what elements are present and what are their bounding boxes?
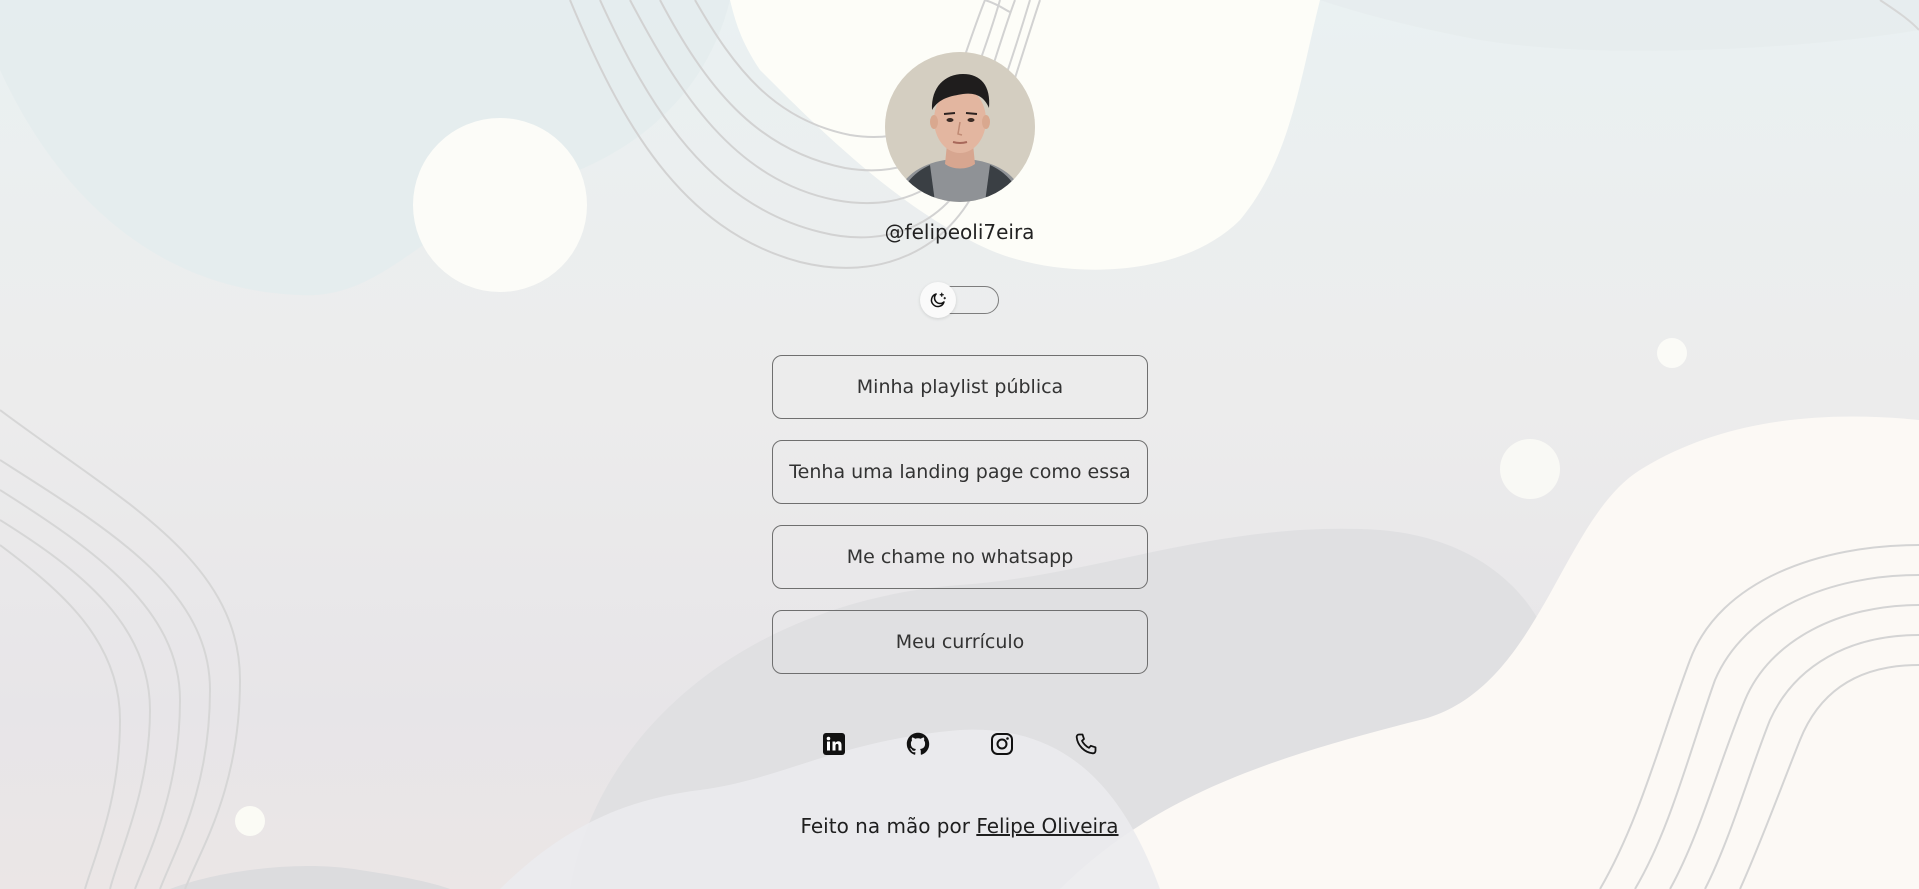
footer: Feito na mão por Felipe Oliveira (0, 814, 1919, 838)
avatar-illustration (885, 52, 1035, 202)
link-button-whatsapp[interactable]: Me chame no whatsapp (772, 525, 1148, 589)
link-list: Minha playlist pública Tenha uma landing… (772, 355, 1148, 695)
profile-container: @felipeoli7eira Minha playlist pública T… (0, 0, 1919, 889)
theme-toggle[interactable] (920, 282, 999, 318)
footer-prefix: Feito na mão por (800, 814, 970, 838)
link-button-landing-page[interactable]: Tenha uma landing page como essa (772, 440, 1148, 504)
github-icon[interactable] (905, 731, 931, 757)
instagram-icon[interactable] (989, 731, 1015, 757)
social-links (0, 731, 1919, 757)
link-button-curriculo[interactable]: Meu currículo (772, 610, 1148, 674)
link-button-playlist[interactable]: Minha playlist pública (772, 355, 1148, 419)
toggle-knob[interactable] (920, 282, 956, 318)
linkedin-icon[interactable] (821, 731, 847, 757)
profile-photo (885, 52, 1035, 202)
page: @felipeoli7eira Minha playlist pública T… (0, 0, 1919, 889)
author-link[interactable]: Felipe Oliveira (976, 814, 1118, 838)
moon-icon (930, 292, 947, 308)
phone-icon[interactable] (1073, 731, 1099, 757)
username: @felipeoli7eira (884, 220, 1035, 244)
